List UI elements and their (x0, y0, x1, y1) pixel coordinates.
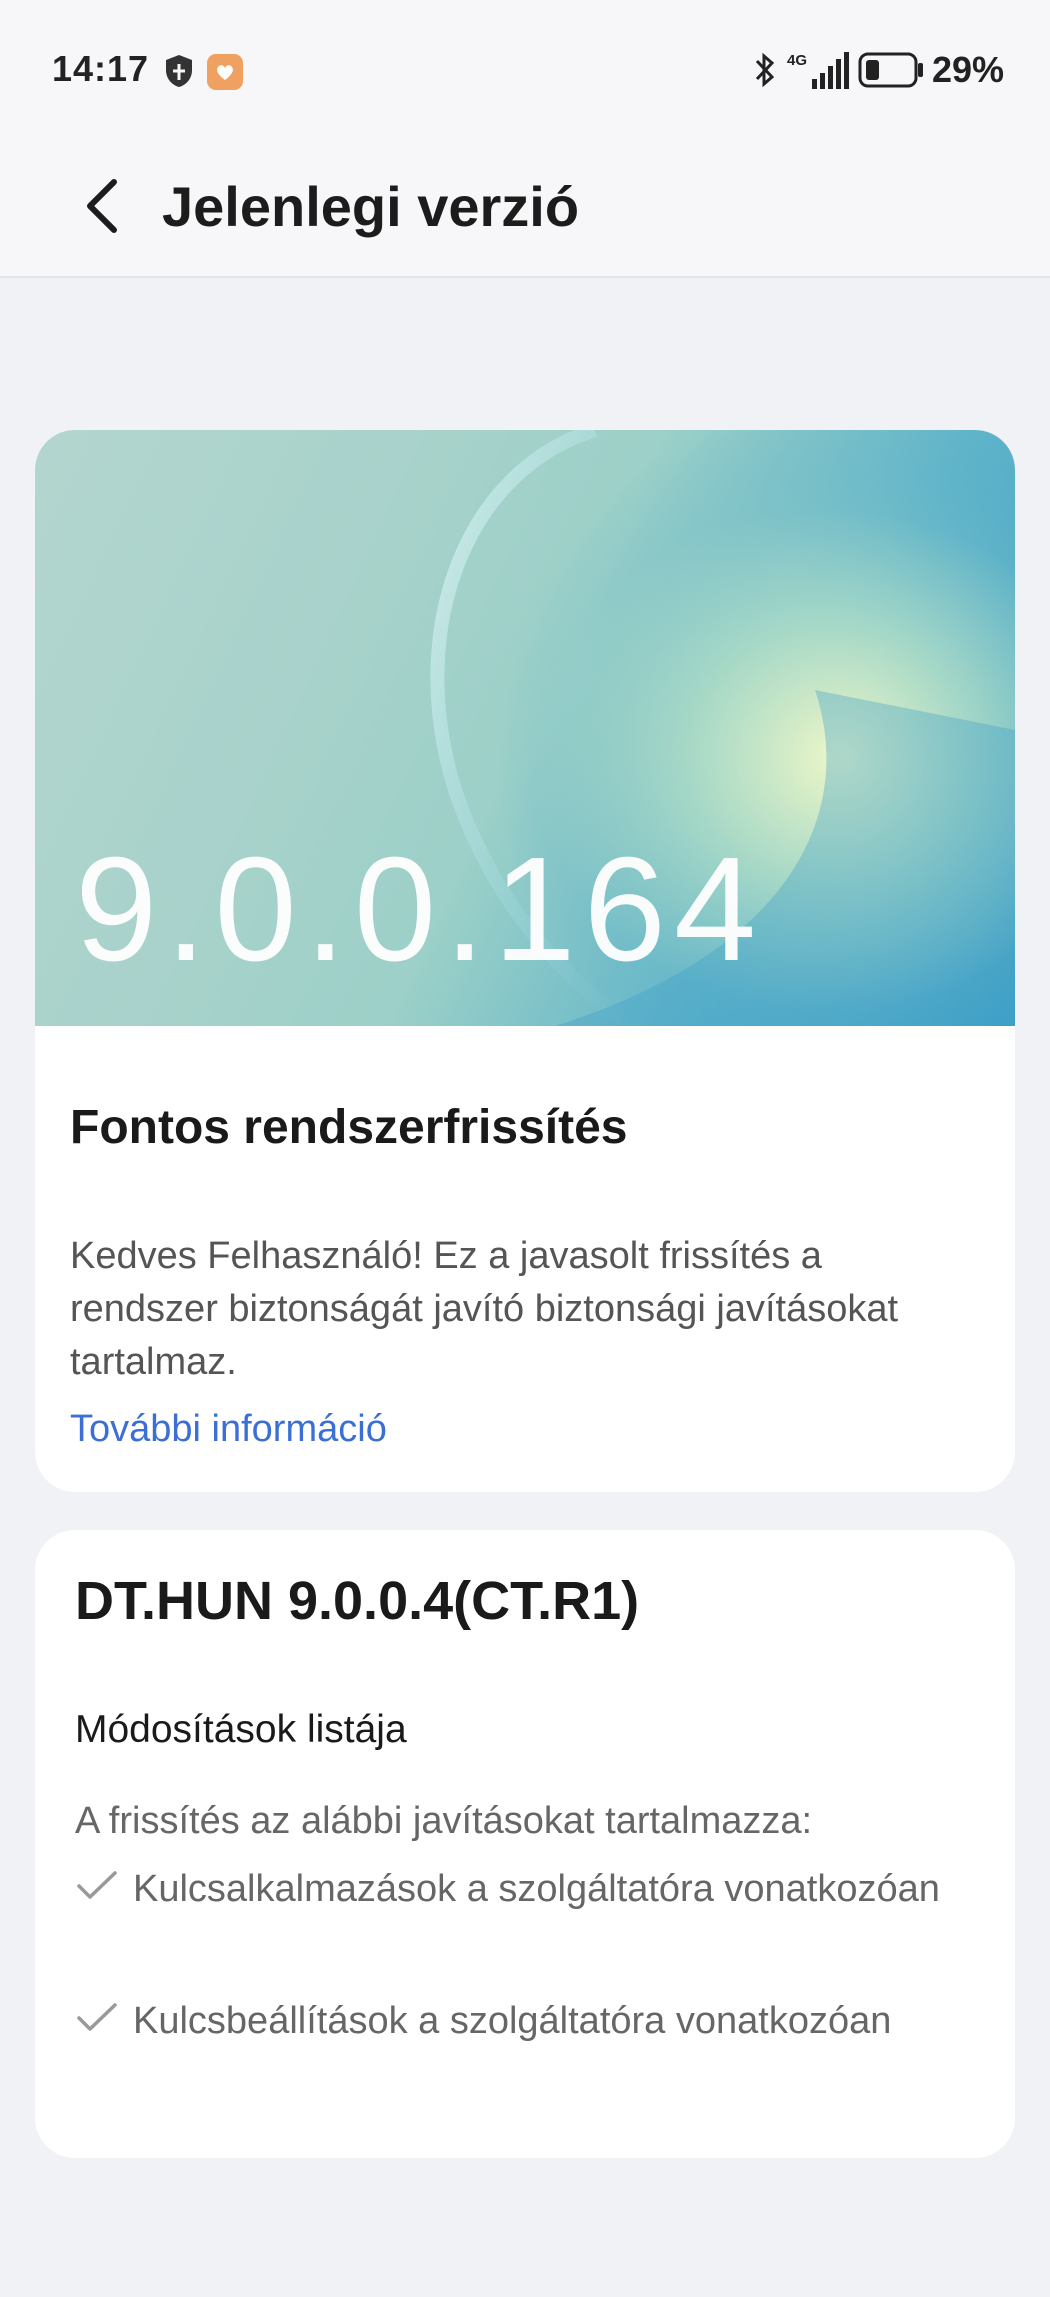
update-title: Fontos rendszerfrissítés (70, 1101, 628, 1154)
check-icon (77, 2003, 117, 2031)
app-notification-icon (207, 54, 243, 90)
battery-percent: 29% (931, 49, 1004, 90)
changelog-card: DT.HUN 9.0.0.4(CT.R1) Módosítások listáj… (35, 1530, 1015, 2158)
signal-icon: 4G (787, 52, 849, 89)
status-right-group: 4G 29% (752, 48, 1004, 92)
status-bar: 14:17 4G 29% (0, 0, 1050, 140)
list-item-text: Kulcsalkalmazások a szolgáltatóra vonatk… (133, 1868, 940, 1910)
update-description: Kedves Felhasználó! Ez a javasolt frissí… (70, 1235, 899, 1383)
build-number: DT.HUN 9.0.0.4(CT.R1) (75, 1571, 640, 1631)
app-bar: Jelenlegi verzió (0, 140, 1050, 278)
changelog-intro: A frissítés az alábbi javításokat tartal… (75, 1800, 813, 1842)
status-time: 14:17 (52, 48, 150, 89)
version-number: 9.0.0.164 (75, 827, 765, 992)
page-title: Jelenlegi verzió (162, 175, 580, 238)
check-icon (77, 1871, 117, 1899)
back-button[interactable] (72, 166, 136, 246)
bluetooth-icon (755, 52, 775, 88)
update-card: 9.0.0.164 Fontos rendszerfrissítés Kedve… (35, 430, 1015, 1492)
shield-icon (166, 55, 192, 87)
chevron-left-icon (87, 179, 117, 233)
more-info-link[interactable]: További információ (70, 1408, 387, 1451)
list-item-text: Kulcsbeállítások a szolgáltatóra vonatko… (133, 2000, 892, 2042)
battery-icon (858, 52, 923, 88)
changelog-section-title: Módosítások listája (75, 1708, 407, 1751)
network-type-label: 4G (787, 52, 807, 69)
version-banner: 9.0.0.164 (35, 430, 1015, 1026)
